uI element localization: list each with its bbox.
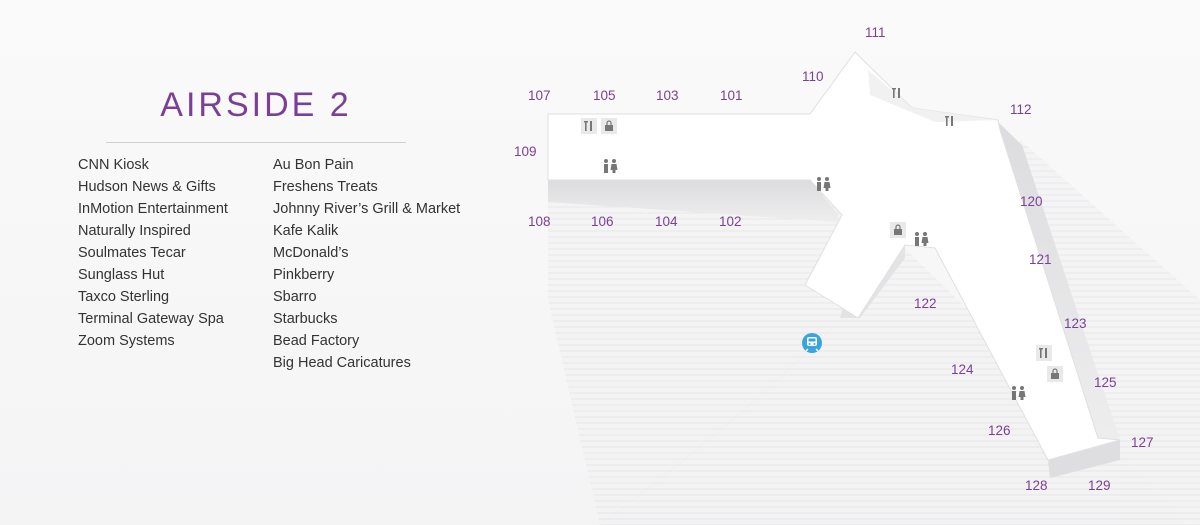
gate-101: 101 <box>720 88 743 103</box>
directory-item[interactable]: Hudson News & Gifts <box>78 176 228 198</box>
directory-item[interactable]: Pinkberry <box>273 264 460 286</box>
directory-item[interactable]: Terminal Gateway Spa <box>78 308 228 330</box>
gate-109: 109 <box>514 144 537 159</box>
directory-item[interactable]: InMotion Entertainment <box>78 198 228 220</box>
directory-item[interactable]: Au Bon Pain <box>273 154 460 176</box>
gate-128: 128 <box>1025 478 1048 493</box>
directory-item[interactable]: CNN Kiosk <box>78 154 228 176</box>
directory-item[interactable]: Naturally Inspired <box>78 220 228 242</box>
gate-106: 106 <box>591 214 614 229</box>
gate-102: 102 <box>719 214 742 229</box>
directory-item[interactable]: McDonald’s <box>273 242 460 264</box>
shopping-bag-icon <box>1047 366 1063 382</box>
title-divider <box>106 142 406 143</box>
gate-127: 127 <box>1131 435 1154 450</box>
gate-108: 108 <box>528 214 551 229</box>
gate-121: 121 <box>1029 252 1052 267</box>
gate-129: 129 <box>1088 478 1111 493</box>
fork-knife-icon <box>1036 345 1052 361</box>
shopping-bag-icon <box>890 222 906 238</box>
directory-item[interactable]: Kafe Kalik <box>273 220 460 242</box>
directory-item[interactable]: Bead Factory <box>273 330 460 352</box>
gate-120: 120 <box>1020 194 1043 209</box>
gate-110: 110 <box>802 69 824 84</box>
directory-item[interactable]: Big Head Caricatures <box>273 352 460 374</box>
directory-item[interactable]: Zoom Systems <box>78 330 228 352</box>
gate-126: 126 <box>988 423 1011 438</box>
gate-124: 124 <box>951 362 974 377</box>
gate-104: 104 <box>655 214 678 229</box>
gate-103: 103 <box>656 88 679 103</box>
gate-123: 123 <box>1064 316 1087 331</box>
directory-item[interactable]: Taxco Sterling <box>78 286 228 308</box>
directory-item[interactable]: Sunglass Hut <box>78 264 228 286</box>
gate-112: 112 <box>1010 102 1032 117</box>
gate-111: 111 <box>865 25 886 40</box>
fork-knife-icon <box>581 118 597 134</box>
directory-item[interactable]: Starbucks <box>273 308 460 330</box>
gate-105: 105 <box>593 88 616 103</box>
shopping-bag-icon <box>601 118 617 134</box>
gate-122: 122 <box>914 296 937 311</box>
directory-item[interactable]: Johnny River’s Grill & Market <box>273 198 460 220</box>
directory-column-1: CNN Kiosk Hudson News & Gifts InMotion E… <box>78 154 228 352</box>
directory-item[interactable]: Soulmates Tecar <box>78 242 228 264</box>
tram-icon <box>802 333 822 353</box>
directory-item[interactable]: Freshens Treats <box>273 176 460 198</box>
page-title: AIRSIDE 2 <box>160 86 352 124</box>
gate-107: 107 <box>528 88 551 103</box>
directory-column-2: Au Bon Pain Freshens Treats Johnny River… <box>273 154 460 374</box>
gate-125: 125 <box>1094 375 1117 390</box>
directory-item[interactable]: Sbarro <box>273 286 460 308</box>
